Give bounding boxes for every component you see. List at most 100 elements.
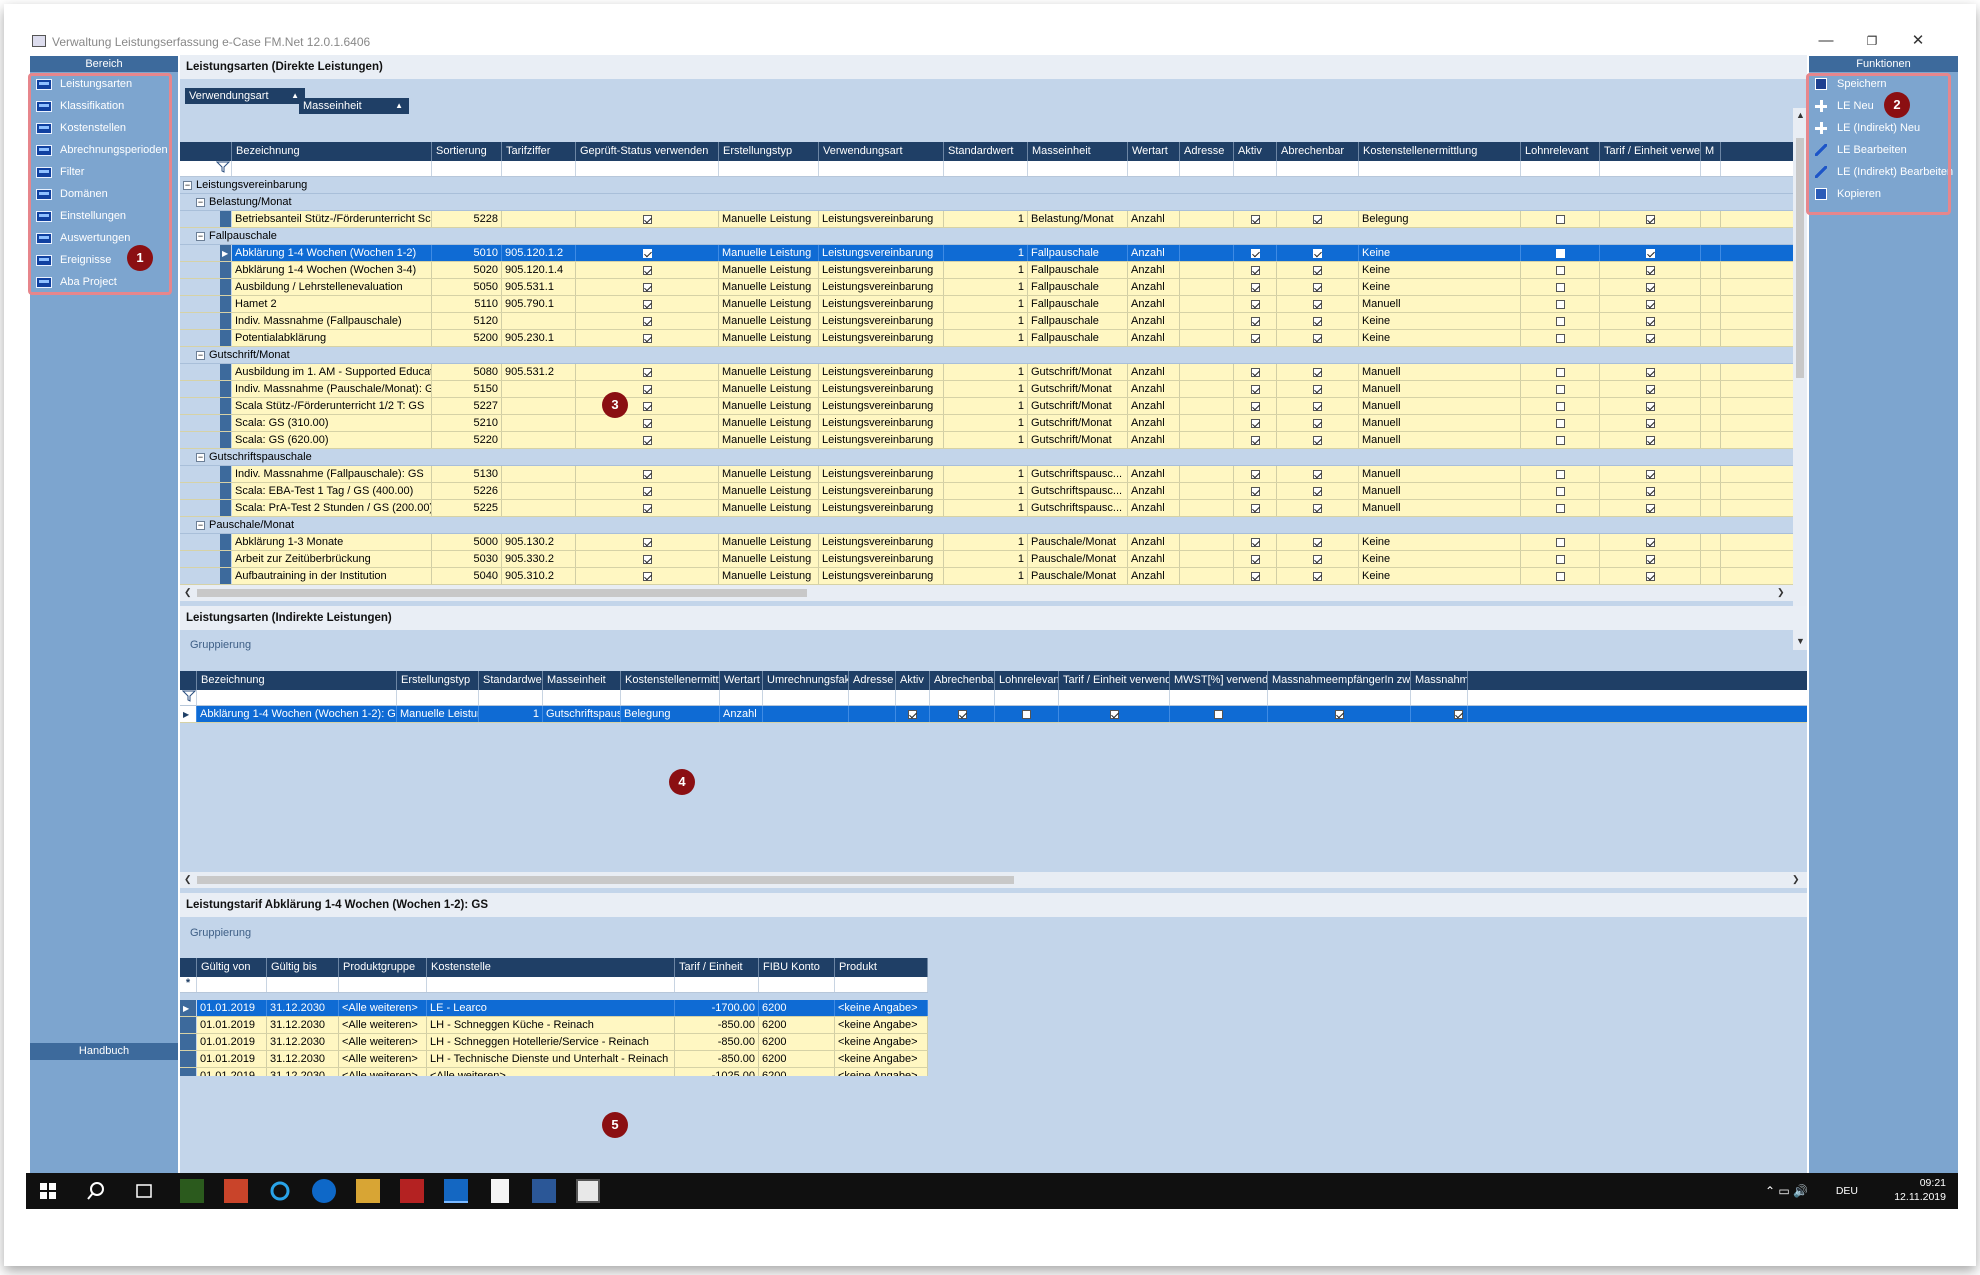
checkbox[interactable]	[1313, 435, 1322, 445]
cell[interactable]	[1701, 483, 1721, 499]
group-row[interactable]: − Gutschriftspauschale	[180, 449, 1793, 466]
cell[interactable]	[1277, 313, 1359, 329]
group-row-top[interactable]: − Leistungsvereinbarung	[180, 177, 1793, 194]
checkbox[interactable]	[1645, 469, 1655, 479]
indirect-filter-row[interactable]	[180, 690, 1807, 706]
cell[interactable]: Pauschale/Monat	[1028, 534, 1128, 550]
table-row[interactable]: Scala: EBA-Test 1 Tag / GS (400.00) 5226 M…	[180, 483, 1793, 500]
cell[interactable]	[1170, 706, 1268, 722]
minimize-button[interactable]: —	[1804, 31, 1848, 53]
cell[interactable]: LE - Learco	[427, 1000, 675, 1016]
checkbox[interactable]	[1645, 367, 1655, 377]
cell[interactable]	[576, 313, 719, 329]
cell[interactable]: 6200	[759, 1034, 835, 1050]
table-row[interactable]: Aufbautraining in der Institution 5040 905…	[180, 568, 1793, 585]
checkbox[interactable]	[642, 435, 652, 445]
checkbox[interactable]	[1313, 486, 1322, 496]
cell[interactable]	[576, 398, 719, 414]
table-row[interactable]: Scala: PrA-Test 2 Stunden / GS (200.00) 5…	[180, 500, 1793, 517]
cell[interactable]	[1600, 381, 1701, 397]
cell[interactable]	[1701, 313, 1721, 329]
checkbox[interactable]	[642, 537, 652, 547]
cell[interactable]	[1600, 415, 1701, 431]
cell[interactable]: LH - Schneggen Küche - Reinach	[427, 1017, 675, 1033]
cell[interactable]: Scala: EBA-Test 1 Tag / GS (400.00)	[232, 483, 432, 499]
cell[interactable]: 5050	[432, 279, 502, 295]
cell[interactable]: Manuell	[1359, 296, 1521, 312]
cell[interactable]	[576, 279, 719, 295]
direct-col-header[interactable]: Sortierung	[432, 142, 502, 161]
table-row[interactable]: Scala: GS (310.00) 5210 Manuelle Leistung L…	[180, 415, 1793, 432]
cell[interactable]: Gutschrift/Monat	[1028, 432, 1128, 448]
cell[interactable]	[576, 534, 719, 550]
cell[interactable]	[1600, 466, 1701, 482]
cell[interactable]	[849, 706, 896, 722]
checkbox[interactable]	[1313, 282, 1322, 292]
checkbox[interactable]	[1555, 333, 1565, 343]
table-row[interactable]: Hamet 2 5110 905.790.1 Manuelle Leistung Lei…	[180, 296, 1793, 313]
row-indicator[interactable]	[180, 483, 220, 499]
filter-cell[interactable]	[479, 690, 543, 705]
cell[interactable]	[1600, 296, 1701, 312]
cell[interactable]	[1277, 211, 1359, 227]
cell[interactable]	[1180, 313, 1234, 329]
cell[interactable]	[1701, 211, 1721, 227]
cell[interactable]	[1234, 262, 1277, 278]
cell[interactable]	[1701, 296, 1721, 312]
collapse-icon[interactable]: −	[183, 180, 192, 190]
scroll-down-icon[interactable]: ▼	[1796, 636, 1805, 646]
filter-cell[interactable]	[1059, 690, 1170, 705]
indirect-col-header[interactable]: MassnahmeempfängerIn zwingend	[1268, 671, 1411, 690]
cell[interactable]	[1234, 534, 1277, 550]
cell[interactable]: 5080	[432, 364, 502, 380]
cell[interactable]: Indiv. Massnahme (Pauschale/Monat): GS	[232, 381, 432, 397]
tarif-col-header[interactable]: Gültig von	[197, 958, 267, 977]
row-selector[interactable]	[220, 313, 232, 329]
cell[interactable]	[502, 313, 576, 329]
filter-cell[interactable]	[576, 161, 719, 176]
checkbox[interactable]	[642, 503, 652, 513]
cell[interactable]: Keine	[1359, 245, 1521, 261]
row-selector[interactable]	[180, 1034, 197, 1050]
checkbox[interactable]	[1555, 367, 1565, 377]
checkbox[interactable]	[1214, 709, 1223, 719]
cell[interactable]: 1	[944, 568, 1028, 584]
checkbox[interactable]	[642, 214, 652, 224]
group-row[interactable]: − Pauschale/Monat	[180, 517, 1793, 534]
cell[interactable]	[1180, 245, 1234, 261]
direct-horizontal-scrollbar[interactable]: ❮ ❯	[180, 585, 1793, 601]
filter-cell[interactable]	[232, 161, 432, 176]
cell[interactable]: Anzahl	[1128, 364, 1180, 380]
cell[interactable]	[995, 706, 1059, 722]
checkbox[interactable]	[642, 265, 652, 275]
cell[interactable]	[1701, 415, 1721, 431]
cell[interactable]	[1277, 364, 1359, 380]
checkbox[interactable]	[1555, 537, 1565, 547]
cell[interactable]: Anzahl	[1128, 330, 1180, 346]
cell[interactable]: Fallpauschale	[1028, 296, 1128, 312]
cell[interactable]: 1	[944, 211, 1028, 227]
cell[interactable]: 905.330.2	[502, 551, 576, 567]
row-selector[interactable]	[220, 432, 232, 448]
checkbox[interactable]	[1645, 554, 1655, 564]
group-row[interactable]: − Gutschrift/Monat	[180, 347, 1793, 364]
checkbox[interactable]	[642, 248, 652, 258]
collapse-icon[interactable]: −	[196, 350, 205, 360]
cell[interactable]: <Alle weiteren>	[339, 1017, 427, 1033]
checkbox[interactable]	[957, 709, 967, 719]
table-row[interactable]: Abklärung 1-4 Wochen (Wochen 3-4) 5020 905…	[180, 262, 1793, 279]
cell[interactable]: <keine Angabe>	[835, 1000, 928, 1016]
task-view-icon[interactable]	[132, 1179, 156, 1203]
cell[interactable]	[1701, 500, 1721, 516]
cell[interactable]	[1411, 706, 1468, 722]
cell[interactable]	[576, 568, 719, 584]
cell[interactable]: 01.01.2019	[197, 1000, 267, 1016]
cell[interactable]	[1600, 211, 1701, 227]
filter-cell[interactable]	[896, 690, 930, 705]
checkbox[interactable]	[1250, 418, 1260, 428]
cell[interactable]: 905.120.1.2	[502, 245, 576, 261]
checkbox[interactable]	[1555, 503, 1565, 513]
indirect-col-header[interactable]: Umrechnungsfaktor	[763, 671, 849, 690]
row-selector[interactable]	[180, 1051, 197, 1067]
cell[interactable]	[502, 432, 576, 448]
